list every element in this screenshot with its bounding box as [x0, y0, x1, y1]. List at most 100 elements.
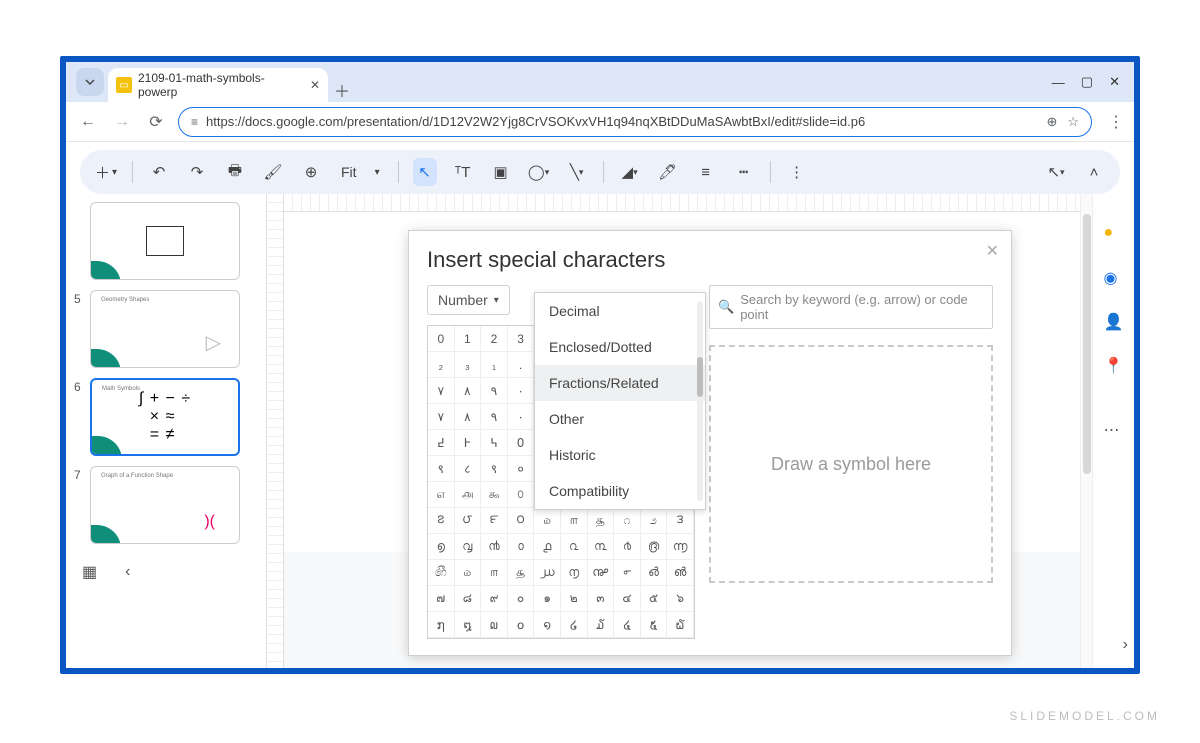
character-cell[interactable]: ९ [481, 456, 508, 482]
border-dash-button[interactable]: ┅ [732, 158, 756, 186]
character-search-input[interactable]: 🔍 Search by keyword (e.g. arrow) or code… [709, 285, 993, 329]
character-cell[interactable]: ൧ [534, 534, 561, 560]
thumb-row[interactable]: 6 Math Symbols ∫ + − ÷ × ≈ = ≠ [74, 378, 258, 456]
character-cell[interactable]: ߀ [508, 430, 535, 456]
url-box[interactable]: ≡ https://docs.google.com/presentation/d… [178, 107, 1092, 137]
character-cell[interactable]: ௱ [561, 508, 588, 534]
character-cell[interactable]: ౩ [667, 508, 694, 534]
character-cell[interactable]: ๗ [428, 586, 455, 612]
new-slide-button[interactable]: ＋▾ [94, 158, 118, 186]
toolbar-more-button[interactable]: ⋮ [785, 158, 809, 186]
redo-button[interactable]: ↷ [185, 158, 209, 186]
character-cell[interactable]: ൰ [534, 560, 561, 586]
back-button[interactable]: ← [76, 110, 100, 134]
character-cell[interactable]: ൴ [641, 560, 668, 586]
character-cell[interactable]: ໖ [667, 612, 694, 638]
character-cell[interactable]: ೧ [614, 508, 641, 534]
character-cell[interactable]: 2 [481, 326, 508, 352]
character-cell[interactable]: ௭ [428, 482, 455, 508]
undo-button[interactable]: ↶ [147, 158, 171, 186]
character-cell[interactable]: ൫ [641, 534, 668, 560]
dropdown-scrollbar[interactable] [697, 301, 703, 501]
reload-button[interactable]: ⟳ [144, 110, 168, 134]
character-cell[interactable]: ₂ [428, 352, 455, 378]
character-cell[interactable]: ౭ [428, 508, 455, 534]
grid-view-button[interactable]: ▦ [82, 562, 97, 582]
thumb-row[interactable]: 7 Graph of a Function Shape )( [74, 466, 258, 544]
character-cell[interactable]: ๐ [508, 586, 535, 612]
shape-tool[interactable]: ◯▾ [527, 158, 551, 186]
character-cell[interactable]: ८ [455, 456, 482, 482]
character-cell[interactable]: ൨ [561, 534, 588, 560]
character-cell[interactable]: ൩ [588, 534, 615, 560]
character-cell[interactable]: ๕ [641, 586, 668, 612]
character-cell[interactable]: ௦ [508, 482, 535, 508]
character-cell[interactable]: ٨ [455, 378, 482, 404]
character-cell[interactable]: ௲ [508, 560, 535, 586]
character-cell[interactable]: ₁ [481, 352, 508, 378]
character-cell[interactable]: ௮ [455, 482, 482, 508]
slide-thumb-7[interactable]: Graph of a Function Shape )( [90, 466, 240, 544]
site-info-icon[interactable]: ≡ [191, 115, 198, 129]
character-cell[interactable]: ௲ [588, 508, 615, 534]
character-cell[interactable]: 3 [508, 326, 535, 352]
character-cell[interactable]: ໙ [481, 612, 508, 638]
character-cell[interactable]: ๑ [534, 586, 561, 612]
character-cell[interactable]: ໓ [588, 612, 615, 638]
dialog-close-button[interactable]: ✕ [986, 241, 999, 261]
browser-menu-button[interactable]: ⋮ [1108, 112, 1124, 132]
character-cell[interactable]: ๓ [588, 586, 615, 612]
character-cell[interactable]: ൵ [667, 560, 694, 586]
character-cell[interactable]: ๔ [614, 586, 641, 612]
character-cell[interactable]: ౯ [481, 508, 508, 534]
character-cell[interactable]: ௰ [534, 508, 561, 534]
character-cell[interactable]: ൲ [588, 560, 615, 586]
tab-close-button[interactable]: ✕ [310, 78, 320, 92]
character-cell[interactable]: ൪ [614, 534, 641, 560]
character-cell[interactable]: ໘ [455, 612, 482, 638]
character-cell[interactable]: ൬ [667, 534, 694, 560]
character-cell[interactable]: ๘ [455, 586, 482, 612]
slide-thumb-6[interactable]: Math Symbols ∫ + − ÷ × ≈ = ≠ [90, 378, 240, 456]
character-cell[interactable]: ൱ [561, 560, 588, 586]
show-side-panel-button[interactable]: › [1123, 636, 1128, 654]
new-tab-button[interactable]: ＋ [328, 78, 356, 102]
character-cell[interactable]: ๙ [481, 586, 508, 612]
prev-slide-button[interactable]: ‹ [125, 563, 130, 581]
image-tool[interactable]: ▣ [489, 158, 513, 186]
dropdown-item[interactable]: Enclosed/Dotted [535, 329, 705, 365]
character-cell[interactable]: ߄ [428, 430, 455, 456]
character-cell[interactable]: ₃ [455, 352, 482, 378]
border-color-button[interactable]: 🖊 [656, 158, 680, 186]
character-cell[interactable]: ߅ [455, 430, 482, 456]
character-cell[interactable]: ٧ [428, 404, 455, 430]
character-cell[interactable]: ٨ [455, 404, 482, 430]
character-cell[interactable]: ౦ [508, 508, 535, 534]
forward-button[interactable]: → [110, 110, 134, 134]
maximize-button[interactable]: ▢ [1081, 74, 1093, 90]
character-cell[interactable]: ೨ [641, 508, 668, 534]
dropdown-item[interactable]: Compatibility [535, 473, 705, 509]
character-cell[interactable]: ໐ [508, 612, 535, 638]
collapse-toolbar-button[interactable]: ˄ [1082, 158, 1106, 186]
character-cell[interactable]: ९ [428, 456, 455, 482]
character-cell[interactable]: ౮ [455, 508, 482, 534]
character-cell[interactable]: ٩ [481, 404, 508, 430]
character-cell[interactable]: ໗ [428, 612, 455, 638]
character-cell[interactable]: ෯ [428, 560, 455, 586]
character-cell[interactable]: ๖ [667, 586, 694, 612]
border-weight-button[interactable]: ≡ [694, 158, 718, 186]
zoom-plus-button[interactable]: ⊕ [299, 158, 323, 186]
vertical-scrollbar[interactable] [1080, 194, 1092, 668]
character-cell[interactable]: 1 [455, 326, 482, 352]
character-cell[interactable]: . [508, 352, 535, 378]
maps-icon[interactable]: 📍 [1104, 356, 1124, 376]
character-cell[interactable]: ໔ [614, 612, 641, 638]
keep-icon[interactable]: ● [1104, 224, 1124, 244]
character-cell[interactable]: ๒ [561, 586, 588, 612]
slide-thumb-5[interactable]: Geometry Shapes ▷ [90, 290, 240, 368]
bookmark-star-icon[interactable]: ☆ [1067, 114, 1079, 130]
print-button[interactable]: 🖶 [223, 158, 247, 186]
character-cell[interactable]: ൭ [428, 534, 455, 560]
close-window-button[interactable]: ✕ [1109, 74, 1120, 90]
